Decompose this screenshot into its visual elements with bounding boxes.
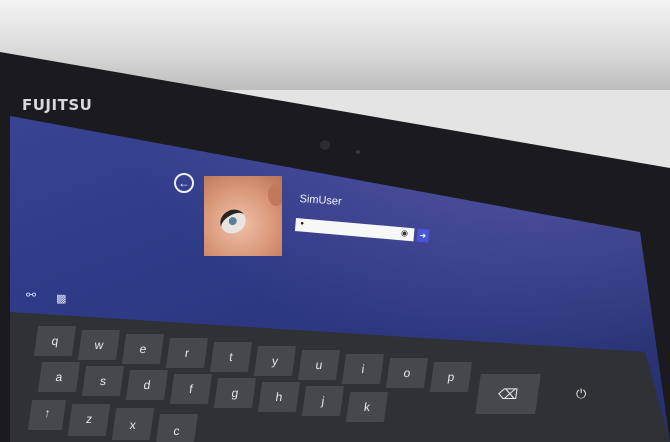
key-o[interactable]: o <box>385 358 429 388</box>
username-label: SimUser <box>299 193 343 208</box>
brand-logo: FUJITSU <box>22 96 93 114</box>
key-y[interactable]: y <box>253 346 297 376</box>
network-icon[interactable]: ▩ <box>56 292 66 305</box>
key-p[interactable]: p <box>429 362 473 392</box>
key-c[interactable]: c <box>156 414 198 442</box>
key-e[interactable]: e <box>121 334 165 364</box>
ease-of-access-icon[interactable]: ⚯ <box>26 288 36 302</box>
key-t[interactable]: t <box>209 342 253 372</box>
password-field-group: ◉ ➜ <box>294 218 436 246</box>
camera-icon <box>320 140 330 150</box>
key-h[interactable]: h <box>257 382 301 412</box>
key-w[interactable]: w <box>77 330 121 360</box>
key-j[interactable]: j <box>301 386 345 416</box>
key-g[interactable]: g <box>213 378 257 408</box>
backspace-key[interactable]: ⌫ <box>475 374 541 414</box>
key-r[interactable]: r <box>165 338 209 368</box>
avatar-eye <box>215 205 251 238</box>
eye-icon[interactable]: ◉ <box>401 228 412 239</box>
back-arrow-icon[interactable]: ← <box>174 173 194 193</box>
key-u[interactable]: u <box>297 350 341 380</box>
key-d[interactable]: d <box>125 370 169 400</box>
key-a[interactable]: a <box>37 362 81 392</box>
password-input[interactable] <box>294 218 415 242</box>
shift-key[interactable]: ↑ <box>27 400 67 430</box>
key-f[interactable]: f <box>169 374 213 404</box>
avatar-ear <box>268 184 282 206</box>
power-icon[interactable]: ⏻ <box>576 386 586 402</box>
light-sensor <box>356 150 360 154</box>
key-x[interactable]: x <box>111 408 155 440</box>
key-i[interactable]: i <box>341 354 385 384</box>
key-k[interactable]: k <box>345 392 389 422</box>
user-avatar <box>204 176 282 256</box>
key-q[interactable]: q <box>33 326 77 356</box>
key-z[interactable]: z <box>67 404 111 436</box>
submit-arrow-button[interactable]: ➜ <box>416 228 430 243</box>
key-s[interactable]: s <box>81 366 125 396</box>
